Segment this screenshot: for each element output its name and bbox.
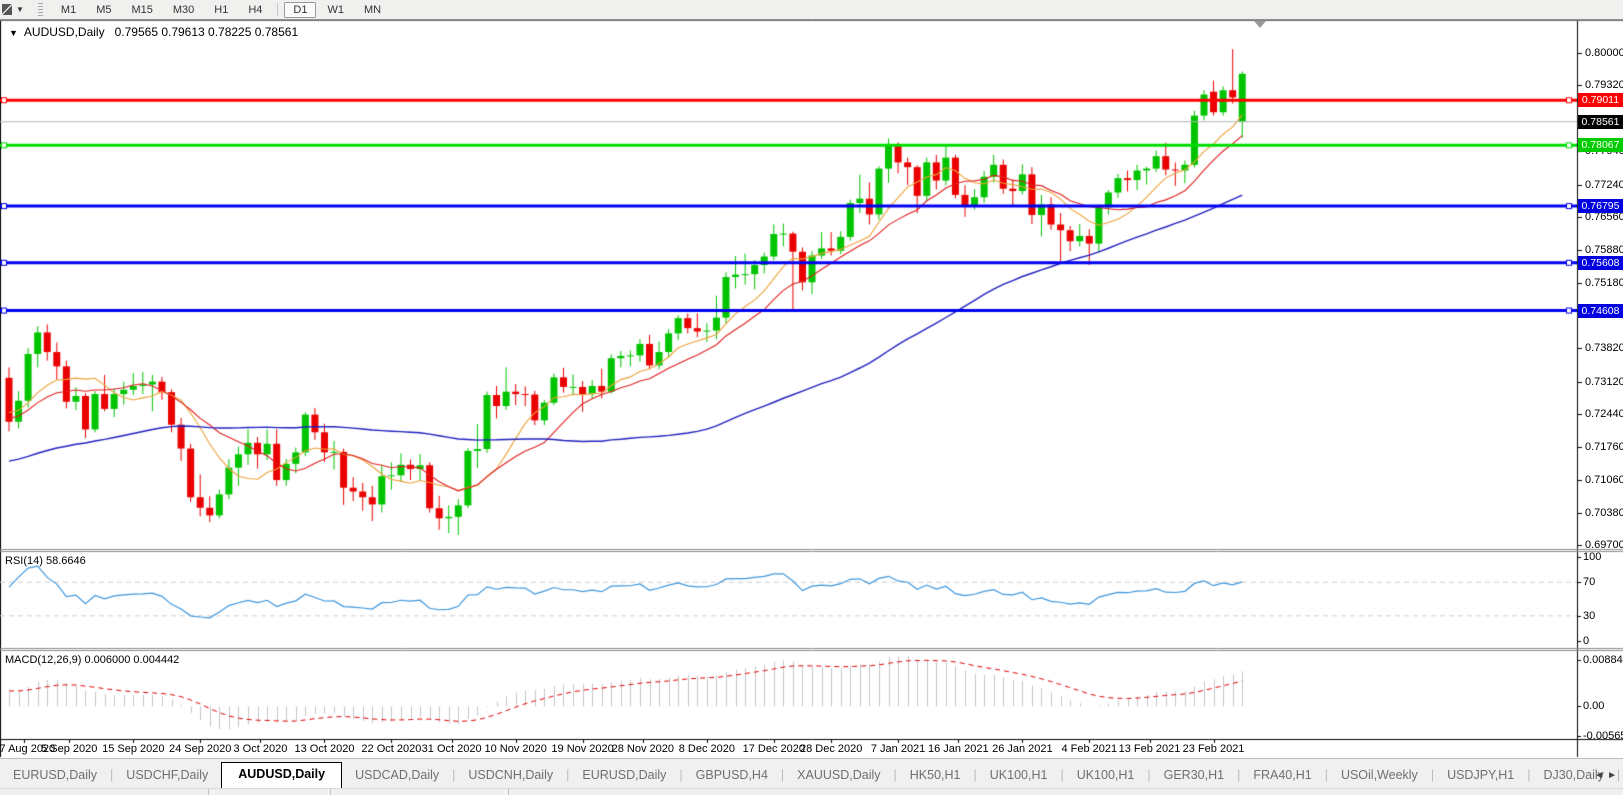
chart-tab-uk100-h1[interactable]: UK100,H1 (1064, 764, 1148, 788)
chart-canvas[interactable] (0, 0, 1623, 795)
price-axis-tick: 0.72440 (1585, 408, 1623, 420)
price-axis-tick: 0.71060 (1585, 474, 1623, 486)
chart-tab-uk100-h1[interactable]: UK100,H1 (977, 764, 1061, 788)
price-axis-tick: 0.75880 (1585, 244, 1623, 256)
date-axis-label: 10 Nov 2020 (484, 743, 546, 755)
price-axis-tick: 0.77240 (1585, 179, 1623, 191)
chart-tab-hk50-h1[interactable]: HK50,H1 (897, 764, 974, 788)
macd-axis-tick: 0.00884 (1583, 654, 1623, 666)
chart-tool-icon[interactable] (2, 4, 12, 15)
timeframe-button-h1[interactable]: H1 (205, 2, 237, 18)
price-level-badge: 0.74608 (1578, 304, 1623, 318)
timeframe-button-m30[interactable]: M30 (164, 2, 203, 18)
date-axis-label: 8 Dec 2020 (679, 743, 735, 755)
price-axis-tick: 0.80000 (1585, 47, 1623, 59)
rsi-axis-tick: 0 (1583, 635, 1589, 647)
price-level-badge: 0.76795 (1578, 199, 1623, 213)
chart-tab-eurusd-daily[interactable]: EURUSD,Daily (569, 764, 679, 788)
price-axis-tick: 0.71760 (1585, 441, 1623, 453)
price-level-badge: 0.75608 (1578, 256, 1623, 270)
chart-tab-usdcad-daily[interactable]: USDCAD,Daily (342, 764, 452, 788)
statusbar-divider (330, 789, 331, 795)
timeframe-button-h4[interactable]: H4 (239, 2, 271, 18)
price-axis-tick: 0.73820 (1585, 342, 1623, 354)
chart-tab-usdcnh-daily[interactable]: USDCNH,Daily (455, 764, 566, 788)
mt4-window: ▼ M1M5M15M30H1H4 D1W1MN ▼ AUDUSD,Daily 0.79… (0, 0, 1623, 795)
date-axis-label: 3 Oct 2020 (234, 743, 288, 755)
date-axis-label: 4 Feb 2021 (1061, 743, 1117, 755)
tab-scroll-right-icon[interactable]: ► (1607, 770, 1620, 781)
toolbar-separator (277, 3, 278, 16)
date-axis-label: 31 Oct 2020 (422, 743, 482, 755)
date-axis-label: 17 Dec 2020 (743, 743, 805, 755)
chart-tab-audusd-daily[interactable]: AUDUSD,Daily (221, 762, 342, 788)
date-axis-label: 13 Feb 2021 (1119, 743, 1181, 755)
chevron-down-icon[interactable]: ▼ (16, 5, 24, 14)
date-axis-label: 28 Nov 2020 (612, 743, 674, 755)
date-axis-label: 16 Jan 2021 (928, 743, 989, 755)
price-axis-tick: 0.69700 (1585, 539, 1623, 551)
timeframe-button-m15[interactable]: M15 (122, 2, 161, 18)
date-axis-label: 15 Sep 2020 (102, 743, 164, 755)
date-axis-label: 5 Sep 2020 (41, 743, 97, 755)
chart-tab-usdjpy-h1[interactable]: USDJPY,H1 (1434, 764, 1527, 788)
status-bar (0, 788, 1623, 795)
chart-tab-usoil-weekly[interactable]: USOil,Weekly (1328, 764, 1431, 788)
chart-tab-xauusd-daily[interactable]: XAUUSD,Daily (784, 764, 893, 788)
date-axis-label: 13 Oct 2020 (295, 743, 355, 755)
macd-axis-tick: -0.005651 (1583, 730, 1623, 742)
timeframe-button-d1[interactable]: D1 (284, 2, 316, 18)
date-axis-label: 22 Oct 2020 (361, 743, 421, 755)
chart-tabbar: EURUSD,Daily|USDCHF,DailyAUDUSD,DailyUSD… (0, 758, 1623, 788)
rsi-label: RSI(14) 58.6646 (5, 555, 86, 567)
chart-symbol-label: AUDUSD,Daily (24, 25, 105, 39)
price-axis-tick: 0.70380 (1585, 507, 1623, 519)
date-axis-label: 28 Dec 2020 (800, 743, 862, 755)
timeframe-button-m5[interactable]: M5 (87, 2, 120, 18)
statusbar-divider (208, 789, 209, 795)
rsi-axis-tick: 30 (1583, 610, 1595, 622)
macd-label: MACD(12,26,9) 0.006000 0.004442 (5, 654, 179, 666)
chart-tab-fra40-h1[interactable]: FRA40,H1 (1240, 764, 1324, 788)
chart-tab-gbpusd-h4[interactable]: GBPUSD,H4 (683, 764, 781, 788)
price-axis-tick: 0.75180 (1585, 277, 1623, 289)
chart-ohlc-values: 0.79565 0.79613 0.78225 0.78561 (115, 25, 299, 39)
tab-scroll-arrows[interactable]: ◄► (1594, 770, 1620, 781)
price-level-badge: 0.79011 (1578, 93, 1623, 107)
timeframe-button-w1[interactable]: W1 (318, 2, 353, 18)
chart-title: ▼ AUDUSD,Daily 0.79565 0.79613 0.78225 0.7… (9, 25, 298, 39)
macd-axis-tick: 0.00 (1583, 700, 1604, 712)
chart-tab-usdchf-daily[interactable]: USDCHF,Daily (113, 764, 221, 788)
chart-shift-marker-icon[interactable] (1254, 21, 1266, 28)
timeframe-toolbar: ▼ M1M5M15M30H1H4 D1W1MN (0, 0, 1623, 20)
timeframe-button-mn[interactable]: MN (355, 2, 390, 18)
date-axis-label: 7 Jan 2021 (871, 743, 925, 755)
chart-tab-ger30-h1[interactable]: GER30,H1 (1151, 764, 1237, 788)
toolbar-drag-handle[interactable] (38, 3, 43, 16)
current-price-badge: 0.78561 (1578, 115, 1623, 129)
rsi-axis-tick: 100 (1583, 551, 1601, 563)
chart-tab-eurusd-daily[interactable]: EURUSD,Daily (0, 764, 110, 788)
date-axis-label: 24 Sep 2020 (169, 743, 231, 755)
collapse-triangle-icon[interactable]: ▼ (9, 28, 18, 38)
timeframe-button-m1[interactable]: M1 (52, 2, 85, 18)
price-level-badge: 0.78067 (1578, 138, 1623, 152)
rsi-axis-tick: 70 (1583, 576, 1595, 588)
price-axis-tick: 0.76560 (1585, 211, 1623, 223)
tab-scroll-left-icon[interactable]: ◄ (1594, 770, 1607, 781)
statusbar-divider (508, 789, 509, 795)
date-axis-label: 26 Jan 2021 (992, 743, 1053, 755)
date-axis-label: 23 Feb 2021 (1183, 743, 1245, 755)
date-axis-label: 19 Nov 2020 (551, 743, 613, 755)
price-axis-tick: 0.79320 (1585, 79, 1623, 91)
price-axis-tick: 0.73120 (1585, 376, 1623, 388)
